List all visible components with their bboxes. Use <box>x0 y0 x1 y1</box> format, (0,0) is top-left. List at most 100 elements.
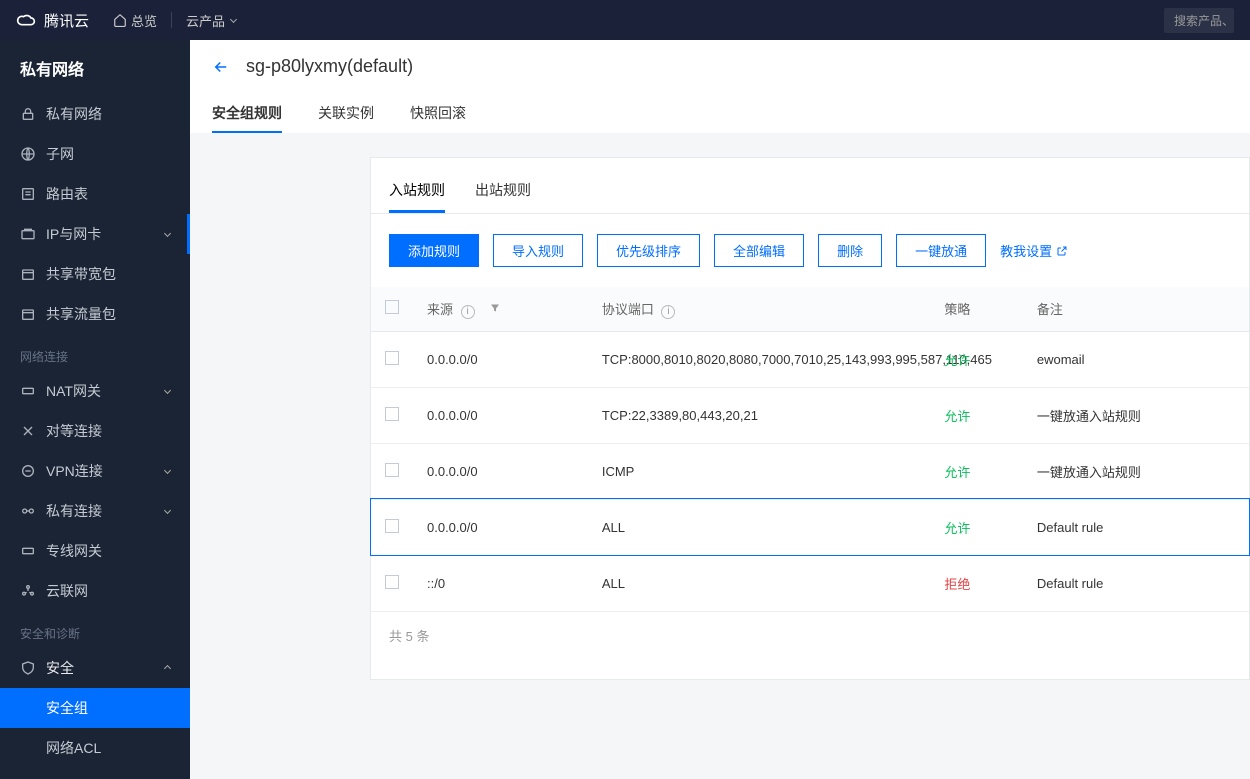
row-checkbox[interactable] <box>385 351 399 365</box>
active-indicator <box>187 214 190 254</box>
chevron-down-icon <box>164 506 171 513</box>
products-link[interactable]: 云产品 <box>186 11 236 30</box>
content-area: 入站规则 出站规则 添加规则 导入规则 优先级排序 全部编辑 删除 一键放通 教… <box>190 133 1250 779</box>
sidebar-item-vpc[interactable]: 私有网络 <box>0 94 190 134</box>
sidebar-item-routetable[interactable]: 路由表 <box>0 174 190 214</box>
table-footer: 共 5 条 <box>371 612 1249 659</box>
cell-protocol: ALL <box>588 555 931 611</box>
sidebar-item-acl[interactable]: 网络ACL <box>0 728 190 768</box>
chevron-down-icon <box>164 386 171 393</box>
cell-protocol: ICMP <box>588 443 931 499</box>
search-input[interactable]: 搜索产品、文 <box>1164 8 1234 33</box>
sidebar: 私有网络 私有网络 子网 路由表 IP与网卡 共享带宽包 共享流量包 网络连接 <box>0 40 190 779</box>
tab-snapshot[interactable]: 快照回滚 <box>410 95 466 133</box>
cell-remark: ewomail <box>1023 331 1249 387</box>
overview-link[interactable]: 总览 <box>113 11 157 30</box>
sidebar-item-peer[interactable]: 对等连接 <box>0 411 190 451</box>
cell-source: 0.0.0.0/0 <box>413 499 588 555</box>
home-icon <box>113 13 127 27</box>
list-icon <box>20 186 36 202</box>
chevron-up-icon <box>164 664 171 671</box>
gateway-icon <box>20 383 36 399</box>
external-link-icon <box>1056 245 1068 257</box>
row-checkbox[interactable] <box>385 407 399 421</box>
sidebar-item-ccn[interactable]: 云联网 <box>0 571 190 611</box>
priority-button[interactable]: 优先级排序 <box>597 234 700 267</box>
top-links: 总览 云产品 <box>113 11 236 30</box>
open-all-button[interactable]: 一键放通 <box>896 234 986 267</box>
page-title: sg-p80lyxmy(default) <box>246 56 413 77</box>
sidebar-item-nat[interactable]: NAT网关 <box>0 371 190 411</box>
sidebar-item-tpl[interactable]: 参数模板 <box>0 768 190 779</box>
cell-policy: 允许 <box>930 443 1023 499</box>
cell-policy: 允许 <box>930 499 1023 555</box>
filter-icon[interactable] <box>489 302 501 317</box>
brand[interactable]: 腾讯云 <box>16 8 89 32</box>
cell-protocol: TCP:22,3389,80,443,20,21 <box>588 387 931 443</box>
col-policy: 策略 <box>930 287 1023 331</box>
separator <box>171 12 172 28</box>
delete-button[interactable]: 删除 <box>818 234 882 267</box>
select-all-checkbox[interactable] <box>385 300 399 314</box>
chevron-down-icon <box>230 15 237 22</box>
group-label-connection: 网络连接 <box>0 334 190 371</box>
guide-link[interactable]: 教我设置 <box>1000 241 1068 260</box>
sidebar-item-eni[interactable]: IP与网卡 <box>0 214 190 254</box>
col-remark: 备注 <box>1023 287 1249 331</box>
sidebar-item-sg[interactable]: 安全组 <box>0 688 190 728</box>
col-source: 来源 <box>427 302 453 317</box>
connect-icon <box>20 503 36 519</box>
tab-inbound[interactable]: 入站规则 <box>389 170 445 213</box>
cell-remark: Default rule <box>1023 555 1249 611</box>
sidebar-item-dcg[interactable]: 专线网关 <box>0 531 190 571</box>
row-checkbox[interactable] <box>385 463 399 477</box>
edit-all-button[interactable]: 全部编辑 <box>714 234 804 267</box>
chevron-down-icon <box>164 229 171 236</box>
sidebar-item-subnet[interactable]: 子网 <box>0 134 190 174</box>
page-header: sg-p80lyxmy(default) 安全组规则 关联实例 快照回滚 <box>190 40 1250 133</box>
sidebar-item-traffic[interactable]: 共享流量包 <box>0 294 190 334</box>
lock-icon <box>20 106 36 122</box>
cell-source: 0.0.0.0/0 <box>413 331 588 387</box>
cell-policy: 允许 <box>930 387 1023 443</box>
cell-source: ::/0 <box>413 555 588 611</box>
cell-protocol: ALL <box>588 499 931 555</box>
table-row[interactable]: 0.0.0.0/0ICMP允许一键放通入站规则 <box>371 443 1249 499</box>
rules-card: 入站规则 出站规则 添加规则 导入规则 优先级排序 全部编辑 删除 一键放通 教… <box>370 157 1250 680</box>
direction-tabs: 入站规则 出站规则 <box>371 158 1249 214</box>
table-row[interactable]: 0.0.0.0/0ALL允许Default rule <box>371 499 1249 555</box>
topbar: 腾讯云 总览 云产品 搜索产品、文 <box>0 0 1250 40</box>
vpn-icon <box>20 463 36 479</box>
back-button[interactable] <box>212 58 230 76</box>
row-checkbox[interactable] <box>385 575 399 589</box>
sidebar-item-security[interactable]: 安全 <box>0 648 190 688</box>
link-icon <box>20 423 36 439</box>
group-label-security: 安全和诊断 <box>0 611 190 648</box>
brand-text: 腾讯云 <box>44 10 89 31</box>
import-rule-button[interactable]: 导入规则 <box>493 234 583 267</box>
sidebar-item-vpn[interactable]: VPN连接 <box>0 451 190 491</box>
sidebar-item-private[interactable]: 私有连接 <box>0 491 190 531</box>
sidebar-title: 私有网络 <box>0 40 190 94</box>
card-icon <box>20 226 36 242</box>
cloud-icon <box>16 8 36 32</box>
detail-tabs: 安全组规则 关联实例 快照回滚 <box>212 95 1250 133</box>
col-protocol: 协议端口 <box>602 302 654 317</box>
tab-instances[interactable]: 关联实例 <box>318 95 374 133</box>
table-row[interactable]: 0.0.0.0/0TCP:22,3389,80,443,20,21允许一键放通入… <box>371 387 1249 443</box>
cell-policy: 拒绝 <box>930 555 1023 611</box>
row-checkbox[interactable] <box>385 519 399 533</box>
tab-outbound[interactable]: 出站规则 <box>475 170 531 213</box>
main: sg-p80lyxmy(default) 安全组规则 关联实例 快照回滚 入站规… <box>190 40 1250 779</box>
sidebar-item-bandwidth[interactable]: 共享带宽包 <box>0 254 190 294</box>
gateway-icon <box>20 543 36 559</box>
globe-icon <box>20 146 36 162</box>
add-rule-button[interactable]: 添加规则 <box>389 234 479 267</box>
tab-rules[interactable]: 安全组规则 <box>212 95 282 133</box>
table-row[interactable]: 0.0.0.0/0TCP:8000,8010,8020,8080,7000,70… <box>371 331 1249 387</box>
table-row[interactable]: ::/0ALL拒绝Default rule <box>371 555 1249 611</box>
cell-protocol: TCP:8000,8010,8020,8080,7000,7010,25,143… <box>588 331 931 387</box>
info-icon[interactable]: i <box>461 305 475 319</box>
arrow-left-icon <box>212 58 230 76</box>
info-icon[interactable]: i <box>661 305 675 319</box>
